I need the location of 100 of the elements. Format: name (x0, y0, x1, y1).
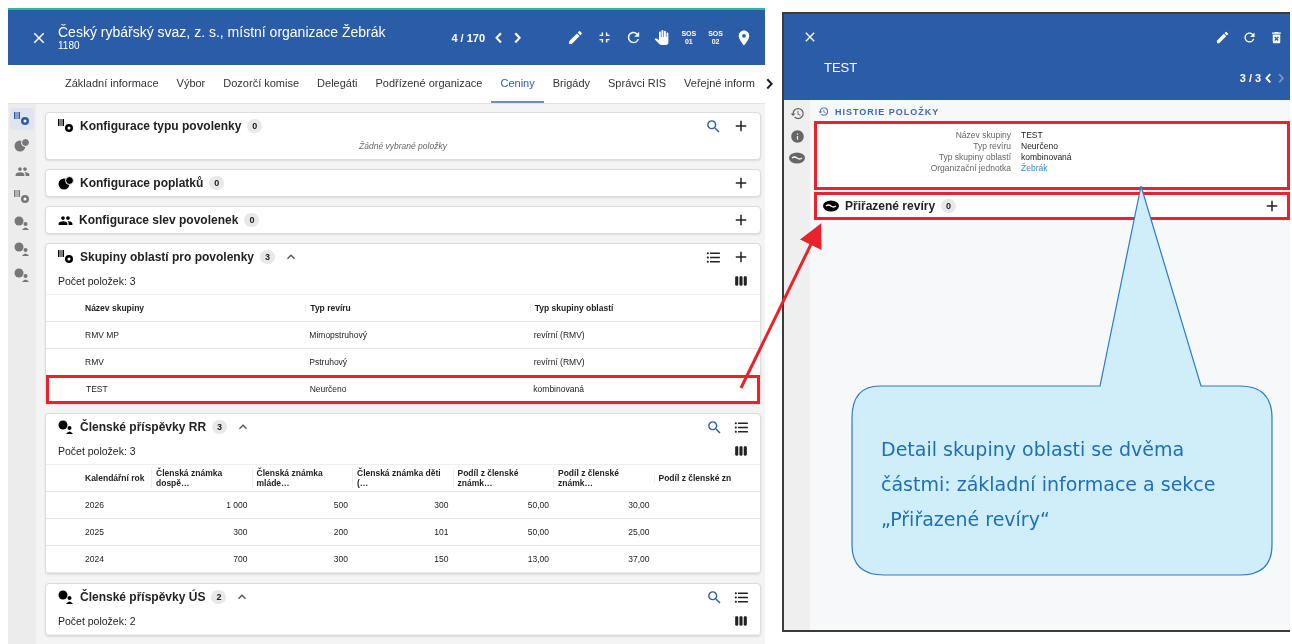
item-count: Počet položek: 3 (58, 275, 136, 287)
count-badge: 0 (209, 176, 225, 190)
side-nav-button[interactable] (789, 129, 805, 144)
table-cell-text: kombinovaná (532, 384, 585, 394)
field-label: Typ revíru (972, 141, 1011, 151)
tab[interactable]: Výbor (167, 65, 215, 103)
table-cell-text: 300 (433, 500, 450, 510)
chevron-right-icon (514, 31, 522, 44)
barcode-gear-icon (58, 250, 74, 264)
table-cell-text: Mimopstruhový (308, 330, 368, 340)
side-nav-button[interactable] (789, 152, 805, 164)
column-header[interactable]: Podíl z členské známk… (452, 468, 553, 488)
tab[interactable]: Ceniny (491, 65, 544, 103)
field-label: Organizační jednotka (929, 163, 1011, 173)
waters-icon (789, 152, 805, 164)
table-cell-text: 101 (433, 527, 450, 537)
item-count: Počet položek: 2 (58, 615, 136, 627)
pencil-icon (1215, 29, 1230, 45)
barcode-gear-icon (58, 119, 74, 133)
coins-icon (14, 138, 30, 152)
tab[interactable]: Dozorčí komise (214, 65, 309, 103)
barcode-gear-icon (14, 190, 30, 204)
field-label: Typ skupiny oblastí (937, 152, 1011, 162)
record-pager: 3 / 3 (1239, 72, 1262, 85)
empty-message: Žádné vybrané položky (358, 140, 449, 153)
tab[interactable]: Delegáti (308, 65, 367, 103)
field-value: TEST (1021, 130, 1044, 140)
record-number: 1180 (58, 40, 81, 51)
tab[interactable]: Brigády (543, 65, 599, 103)
count-badge: 0 (941, 199, 957, 213)
table-cell-text: 500 (332, 500, 349, 510)
table-cell-text: 50,00 (526, 500, 550, 510)
item-count: Počet položek: 3 (58, 445, 136, 457)
tab[interactable]: Správci RIS (599, 65, 676, 103)
chevron-right-icon (766, 78, 774, 90)
count-badge: 0 (244, 213, 260, 227)
table-cell-text: 300 (232, 527, 249, 537)
info-icon (789, 129, 805, 144)
count-badge: 3 (260, 250, 276, 264)
column-header[interactable]: Typ revíru (305, 303, 530, 313)
detail-title: TEST (823, 60, 859, 75)
tab[interactable]: Veřejné inform (675, 65, 765, 103)
coin-person-icon (14, 216, 30, 230)
table-cell-text: 2026 (84, 500, 105, 510)
previous-button[interactable] (1263, 71, 1274, 86)
chevron-right-icon (1277, 73, 1284, 84)
tab[interactable]: Základní informace (56, 65, 168, 103)
pencil-icon (567, 29, 585, 46)
coin-person-icon (58, 420, 74, 434)
history-button[interactable]: HISTORIE POLOŽKY (814, 104, 944, 121)
coin-person-icon (14, 268, 30, 282)
section-title: Konfigurace typu povolenky (80, 119, 242, 133)
field-value: Neurčeno (1021, 141, 1059, 151)
column-header[interactable]: Členská známka mláde… (251, 468, 352, 488)
tab[interactable]: Podřízené organizace (366, 65, 492, 103)
search-icon (706, 418, 723, 436)
column-header[interactable]: Typ skupiny oblastí (529, 303, 754, 313)
history-icon (818, 106, 829, 117)
count-badge: 2 (211, 590, 227, 604)
count-badge: 3 (212, 420, 228, 434)
record-pager: 4 / 170 (451, 31, 486, 44)
table-cell-text: 30,00 (627, 500, 651, 510)
table-cell-text: 25,00 (627, 527, 651, 537)
section-title: Skupiny oblastí pro povolenky (80, 250, 255, 264)
table-cell-text: 2025 (84, 527, 105, 537)
table-cell-text: 150 (433, 554, 450, 564)
column-header[interactable]: Kalendářní rok (81, 473, 151, 483)
table-cell-text: 2024 (84, 554, 105, 564)
field-value: kombinovaná (1021, 152, 1073, 162)
table-cell-text: TEST (85, 384, 109, 394)
coins-icon (58, 176, 74, 190)
coin-person-icon (58, 590, 74, 604)
columns-icon (734, 614, 748, 628)
column-header[interactable]: Členská známka děti (… (352, 468, 453, 488)
field-link[interactable]: Žebrák (1021, 163, 1048, 173)
section-title: Přiřazené revíry (845, 199, 936, 213)
table-cell-text: 700 (232, 554, 249, 564)
chevron-left-icon (1265, 73, 1272, 84)
column-header[interactable]: Podíl z členské zn (653, 473, 754, 483)
search-icon (706, 588, 723, 606)
table-cell-text: 1 000 (225, 500, 249, 510)
column-header[interactable]: Název skupiny (81, 303, 306, 313)
window-title: Český rybářský svaz, z. s., místní organizace Žebrák (58, 24, 387, 40)
column-header[interactable]: Členská známka dospě… (151, 468, 252, 488)
table-cell-text: 300 (332, 554, 349, 564)
field-label: Název skupiny (954, 130, 1011, 140)
history-icon (789, 106, 805, 121)
highlighted-row[interactable]: TEST Neurčeno kombinovaná (47, 376, 759, 403)
table-cell-text: revírní (RMV) (532, 330, 586, 340)
section-title: Členské příspěvky RR (80, 420, 207, 434)
side-nav-button[interactable] (10, 108, 34, 130)
side-nav-button[interactable] (789, 106, 805, 121)
count-badge: 0 (247, 119, 263, 133)
barcode-gear-icon (14, 112, 30, 126)
table-cell-text: 200 (332, 527, 349, 537)
trash-icon (1269, 29, 1284, 45)
callout-text: Detail skupiny oblasti se dvěma částmi: základní informace a sekce „Přiřazené revíry“ (881, 437, 1217, 532)
columns-icon (734, 274, 748, 288)
table-cell-text: 13,00 (526, 554, 550, 564)
column-header[interactable]: Podíl z členské známk… (553, 468, 654, 488)
